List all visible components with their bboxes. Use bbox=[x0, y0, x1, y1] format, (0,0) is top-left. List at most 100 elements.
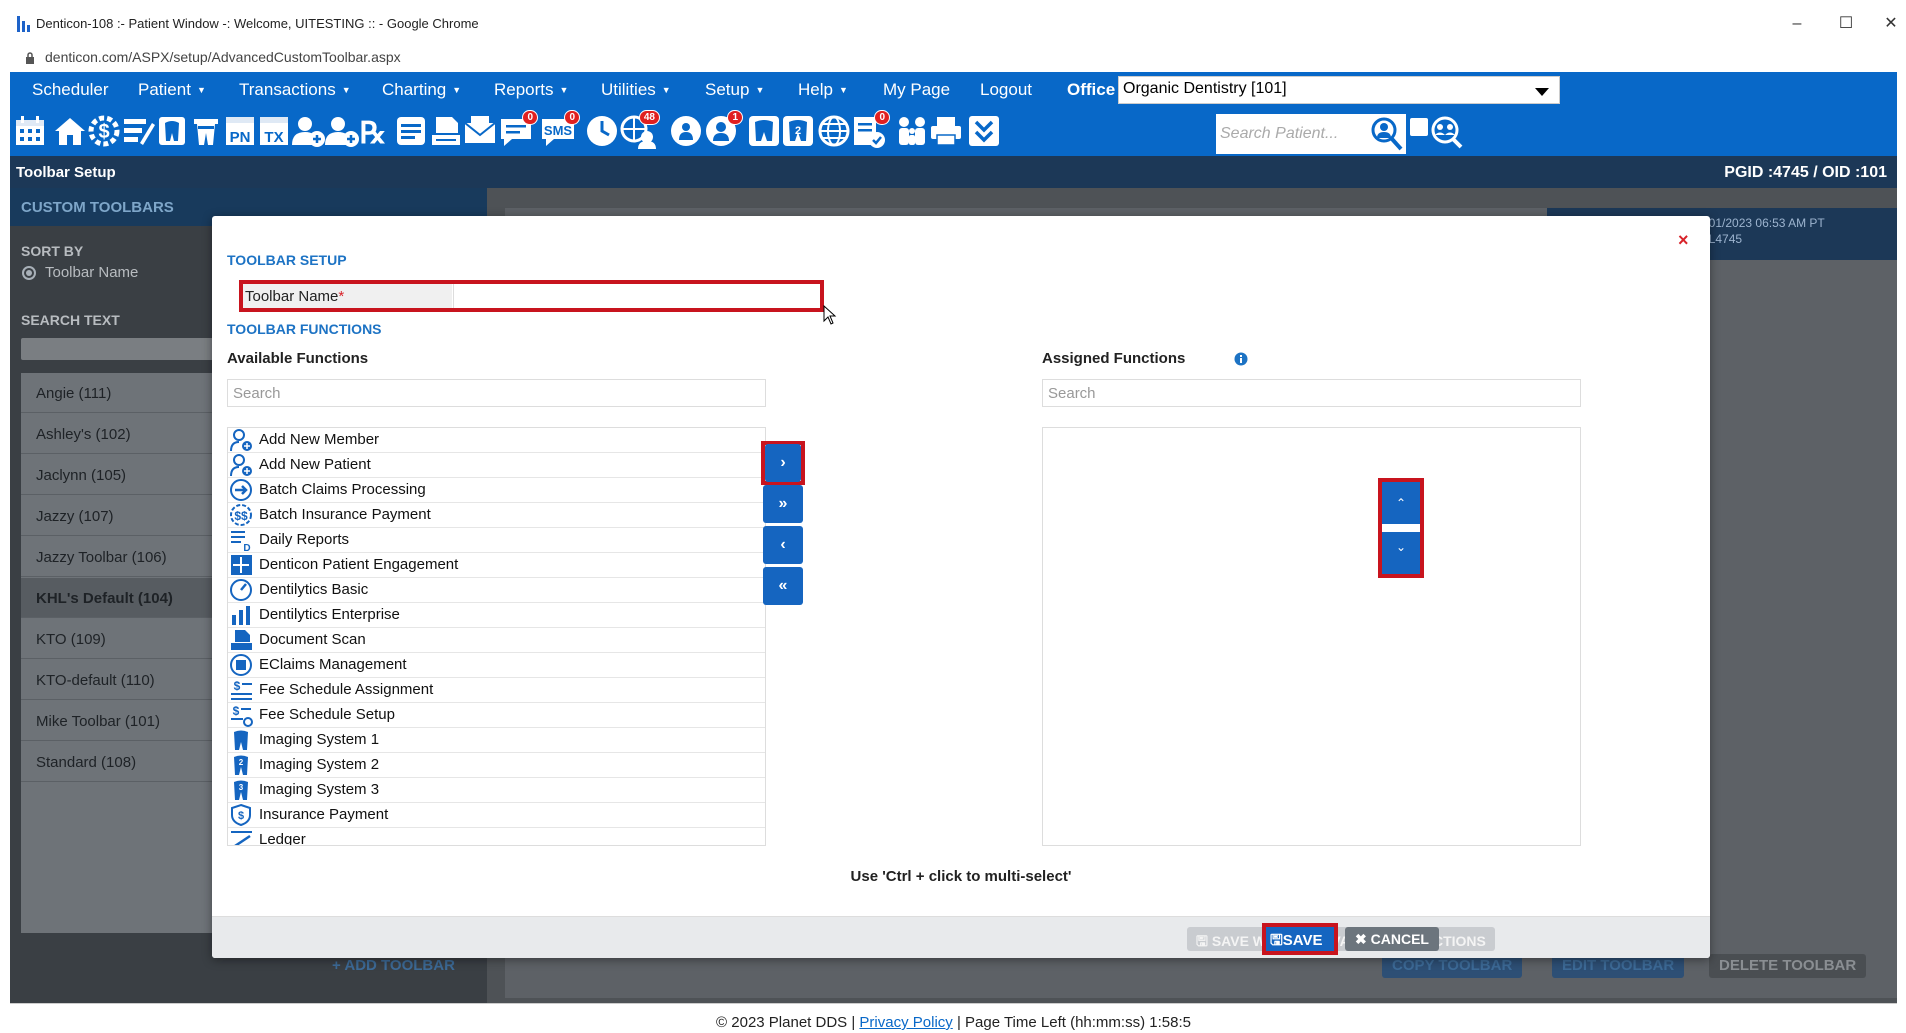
menu-setup[interactable]: Setup ▼ bbox=[705, 80, 764, 100]
list-item[interactable]: Batch Claims Processing bbox=[228, 478, 765, 503]
printer-icon[interactable] bbox=[928, 113, 964, 149]
save-button[interactable]: 🖫SAVE bbox=[1262, 923, 1338, 955]
page-title: Toolbar Setup bbox=[16, 164, 116, 181]
batch-claims-icon bbox=[230, 479, 252, 501]
home-icon[interactable] bbox=[52, 113, 88, 149]
expand-down-icon[interactable] bbox=[966, 113, 1002, 149]
move-down-button[interactable]: ⌄ bbox=[1382, 532, 1420, 574]
menu-help[interactable]: Help ▼ bbox=[798, 80, 848, 100]
move-all-left-button[interactable]: « bbox=[763, 567, 803, 605]
list-item[interactable]: Dentilytics Enterprise bbox=[228, 603, 765, 628]
sms-badge: 0 bbox=[564, 110, 580, 125]
sort-by-label: SORT BY bbox=[21, 243, 84, 259]
list-item[interactable]: $$ Batch Insurance Payment bbox=[228, 503, 765, 528]
close-window-button[interactable]: ✕ bbox=[1876, 12, 1906, 36]
daily-reports-icon: D bbox=[231, 531, 251, 552]
list-item[interactable]: Imaging System 1 bbox=[228, 728, 765, 753]
imaging-tooth-2-icon[interactable]: 2 bbox=[780, 113, 816, 149]
caret-down-icon: ▼ bbox=[341, 85, 351, 95]
search-patient-icon[interactable] bbox=[1366, 114, 1406, 154]
toolbar-functions-heading: TOOLBAR FUNCTIONS bbox=[227, 321, 382, 337]
sms-icon[interactable]: SMS 0 bbox=[540, 110, 580, 149]
info-icon[interactable] bbox=[1234, 352, 1248, 366]
list-item[interactable]: $ Fee Schedule Assignment bbox=[228, 678, 765, 703]
notes-pen-icon[interactable] bbox=[120, 113, 156, 149]
mail-icon[interactable] bbox=[462, 113, 498, 149]
caret-down-icon: ▼ bbox=[559, 85, 569, 95]
menu-scheduler[interactable]: Scheduler bbox=[32, 80, 109, 100]
copyright-text: © 2023 Planet DDS | bbox=[716, 1014, 856, 1031]
tooth-treatment-icon[interactable] bbox=[188, 113, 224, 149]
add-toolbar-button[interactable]: + ADD TOOLBAR bbox=[332, 957, 455, 974]
list-item[interactable]: $ Fee Schedule Setup bbox=[228, 703, 765, 728]
caret-down-icon: ▼ bbox=[661, 85, 671, 95]
assigned-functions-list[interactable] bbox=[1042, 427, 1581, 846]
patient-engagement-icon bbox=[231, 555, 252, 575]
save-all-functions-button[interactable]: 🖫 SAVE WITH ALL AVAILABLE FUNCTIONS bbox=[1187, 927, 1495, 951]
list-item[interactable]: D Daily Reports bbox=[228, 528, 765, 553]
list-item[interactable]: Add New Member bbox=[228, 428, 765, 453]
move-all-right-button[interactable]: » bbox=[763, 485, 803, 523]
delete-toolbar-button[interactable]: DELETE TOOLBAR bbox=[1709, 954, 1867, 978]
web-users-icon[interactable]: 48 bbox=[620, 110, 660, 149]
dentilytics-basic-icon bbox=[230, 579, 252, 601]
assigned-search-input[interactable]: Search bbox=[1042, 379, 1581, 407]
checkbox-icon[interactable] bbox=[1410, 118, 1428, 136]
minimize-button[interactable]: – bbox=[1782, 12, 1812, 36]
progress-notes-icon[interactable]: PN bbox=[222, 113, 258, 149]
list-item[interactable]: Document Scan bbox=[228, 628, 765, 653]
toolbar-name-input[interactable] bbox=[453, 284, 820, 308]
clock-icon[interactable] bbox=[584, 113, 620, 149]
forms-check-icon[interactable]: 0 bbox=[850, 110, 890, 149]
tooth-chart-icon[interactable] bbox=[154, 113, 190, 149]
add-member-icon[interactable] bbox=[290, 113, 326, 149]
cancel-button[interactable]: ✖ CANCEL bbox=[1345, 927, 1439, 951]
family-icon[interactable] bbox=[894, 113, 930, 149]
document-lines-icon[interactable] bbox=[393, 113, 429, 149]
menu-patient[interactable]: Patient ▼ bbox=[138, 80, 206, 100]
search-group-icon[interactable] bbox=[1428, 113, 1464, 149]
menu-utilities[interactable]: Utilities ▼ bbox=[601, 80, 671, 100]
move-left-button[interactable]: ‹ bbox=[763, 526, 803, 564]
menu-my-page[interactable]: My Page bbox=[883, 80, 950, 100]
list-item[interactable]: $ Insurance Payment bbox=[228, 803, 765, 828]
available-functions-list[interactable]: Add New Member Add New Patient Batch Cla… bbox=[227, 427, 766, 846]
available-search-input[interactable]: Search bbox=[227, 379, 766, 407]
list-item[interactable]: Add New Patient bbox=[228, 453, 765, 478]
patient-search-input[interactable]: Search Patient... bbox=[1216, 114, 1366, 154]
calendar-icon[interactable] bbox=[12, 113, 48, 149]
sort-radio[interactable] bbox=[22, 266, 36, 280]
dropdown-arrow-icon bbox=[1535, 88, 1549, 96]
url-text[interactable]: denticon.com/ASPX/setup/AdvancedCustomTo… bbox=[45, 49, 401, 65]
add-patient-icon bbox=[230, 454, 252, 477]
list-item[interactable]: Denticon Patient Engagement bbox=[228, 553, 765, 578]
privacy-policy-link[interactable]: Privacy Policy bbox=[859, 1014, 952, 1031]
close-icon[interactable]: × bbox=[1678, 230, 1689, 251]
imaging-tooth-icon[interactable] bbox=[746, 113, 782, 149]
team-icon[interactable] bbox=[668, 113, 704, 149]
globe-icon[interactable] bbox=[816, 113, 852, 149]
list-item[interactable]: 3 Imaging System 3 bbox=[228, 778, 765, 803]
alerts-icon[interactable]: 1 bbox=[703, 110, 743, 149]
menu-reports[interactable]: Reports ▼ bbox=[494, 80, 568, 100]
list-item[interactable]: Dentilytics Basic bbox=[228, 578, 765, 603]
move-up-button[interactable]: ⌃ bbox=[1382, 482, 1420, 524]
office-select[interactable]: Organic Dentistry [101] bbox=[1118, 76, 1560, 104]
address-bar[interactable]: denticon.com/ASPX/setup/AdvancedCustomTo… bbox=[0, 45, 1906, 72]
move-right-button[interactable]: › bbox=[765, 444, 801, 482]
scanner-icon[interactable] bbox=[428, 113, 464, 149]
menu-charting[interactable]: Charting ▼ bbox=[382, 80, 461, 100]
prescription-icon[interactable]: ℞ bbox=[356, 113, 392, 150]
treatment-plan-icon[interactable]: TX bbox=[256, 113, 292, 149]
maximize-button[interactable]: ☐ bbox=[1831, 12, 1861, 36]
svg-text:SMS: SMS bbox=[544, 123, 573, 138]
menu-transactions[interactable]: Transactions ▼ bbox=[239, 80, 351, 100]
messages-icon[interactable]: 0 bbox=[498, 110, 538, 149]
list-item[interactable]: 2 Imaging System 2 bbox=[228, 753, 765, 778]
add-patient-icon[interactable] bbox=[324, 113, 360, 149]
list-item[interactable]: EClaims Management bbox=[228, 653, 765, 678]
list-item[interactable]: Ledger bbox=[228, 828, 765, 845]
menu-logout[interactable]: Logout bbox=[980, 80, 1032, 100]
modified-date: 05/01/2023 06:53 AM PT bbox=[1692, 216, 1825, 230]
dollar-gear-icon[interactable]: $ bbox=[86, 113, 122, 149]
